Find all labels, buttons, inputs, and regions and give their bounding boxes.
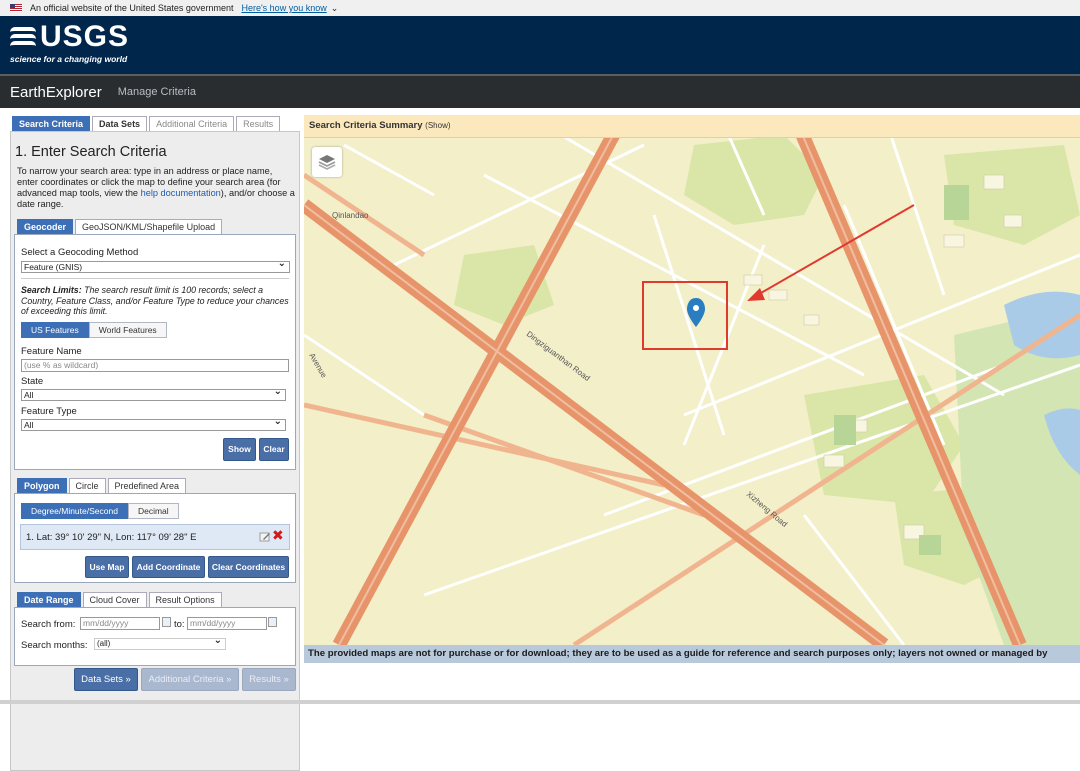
geocoding-method-select[interactable]: Feature (GNIS) bbox=[21, 259, 290, 273]
tab-circle[interactable]: Circle bbox=[68, 478, 106, 493]
manage-criteria-link[interactable]: Manage Criteria bbox=[118, 86, 196, 98]
coordinate-row[interactable]: 1. Lat: 39° 10' 29" N, Lon: 117° 09' 28"… bbox=[20, 524, 290, 550]
tab-predefined-area[interactable]: Predefined Area bbox=[107, 478, 187, 493]
usgs-tagline: science for a changing world bbox=[10, 54, 128, 64]
map-canvas[interactable]: Qinlandao Dingziguanthan Road Xizheng Ro… bbox=[304, 115, 1080, 645]
search-months-select[interactable]: (all) bbox=[94, 636, 226, 650]
data-sets-button[interactable]: Data Sets » bbox=[74, 668, 138, 691]
us-flag-icon bbox=[10, 4, 22, 12]
tab-upload[interactable]: GeoJSON/KML/Shapefile Upload bbox=[75, 219, 223, 234]
clear-coordinates-button[interactable]: Clear Coordinates bbox=[208, 556, 289, 578]
add-coordinate-button[interactable]: Add Coordinate bbox=[132, 556, 205, 578]
edit-icon[interactable] bbox=[259, 530, 271, 542]
clear-button[interactable]: Clear bbox=[259, 438, 289, 461]
geocoding-method-label: Select a Geocoding Method bbox=[21, 247, 139, 258]
sports-field bbox=[834, 415, 856, 445]
main-tabs: Search Criteria Data Sets Additional Cri… bbox=[12, 116, 282, 131]
search-limits-note: Search Limits: The search result limit i… bbox=[21, 285, 289, 316]
usgs-logo[interactable]: USGS science for a changing world bbox=[10, 22, 129, 64]
tab-date-range[interactable]: Date Range bbox=[17, 592, 81, 607]
map-label: Qinlandao bbox=[332, 211, 369, 220]
map-tiles: Qinlandao Dingziguanthan Road Xizheng Ro… bbox=[304, 115, 1080, 645]
tab-results[interactable]: Results bbox=[236, 116, 281, 131]
date-box bbox=[14, 607, 296, 666]
state-label: State bbox=[21, 376, 44, 387]
date-from-input[interactable]: mm/dd/yyyy bbox=[80, 617, 160, 630]
usgs-wordmark: USGS bbox=[40, 20, 130, 53]
tab-data-sets[interactable]: Data Sets bbox=[92, 116, 148, 131]
coordinate-text: 1. Lat: 39° 10' 29" N, Lon: 117° 09' 28"… bbox=[26, 532, 197, 543]
page-title: 1. Enter Search Criteria bbox=[15, 144, 167, 160]
map-disclaimer: The provided maps are not for purchase o… bbox=[304, 645, 1080, 663]
heres-how-link[interactable]: Here's how you know bbox=[241, 0, 326, 16]
search-panel: Search Criteria Data Sets Additional Cri… bbox=[0, 108, 304, 771]
geocoder-tabs: Geocoder GeoJSON/KML/Shapefile Upload bbox=[17, 219, 224, 234]
world-features-button[interactable]: World Features bbox=[88, 322, 167, 338]
show-button[interactable]: Show bbox=[223, 438, 256, 461]
page-bottom-border bbox=[0, 700, 1080, 704]
state-select[interactable]: All bbox=[21, 387, 286, 401]
criteria-intro: To narrow your search area: type in an a… bbox=[17, 166, 295, 209]
chevron-down-icon[interactable]: ⌄ bbox=[331, 0, 339, 16]
delete-icon[interactable]: ✖ bbox=[272, 528, 284, 542]
date-tabs: Date Range Cloud Cover Result Options bbox=[17, 592, 224, 607]
help-documentation-link[interactable]: help documentation bbox=[141, 188, 221, 198]
summary-title: Search Criteria Summary bbox=[309, 120, 423, 131]
tab-cloud-cover[interactable]: Cloud Cover bbox=[82, 592, 147, 607]
results-button[interactable]: Results » bbox=[242, 668, 296, 691]
app-brand[interactable]: EarthExplorer bbox=[10, 84, 102, 101]
feature-type-label: Feature Type bbox=[21, 406, 77, 417]
feature-name-label: Feature Name bbox=[21, 346, 82, 357]
coordinate-format-toggle: Degree/Minute/Second Decimal bbox=[21, 503, 179, 519]
us-features-button[interactable]: US Features bbox=[21, 322, 89, 338]
app-nav-bar: EarthExplorer Manage Criteria bbox=[0, 74, 1080, 108]
feature-name-input[interactable]: (use % as wildcard) bbox=[21, 359, 289, 372]
additional-criteria-button[interactable]: Additional Criteria » bbox=[141, 668, 239, 691]
gov-banner: An official website of the United States… bbox=[0, 0, 1080, 16]
tab-polygon[interactable]: Polygon bbox=[17, 478, 67, 493]
gov-banner-text: An official website of the United States… bbox=[30, 3, 234, 13]
sports-field bbox=[919, 535, 941, 555]
usgs-header: USGS science for a changing world bbox=[0, 16, 1080, 74]
search-criteria-summary: Search Criteria Summary (Show) bbox=[304, 115, 1080, 138]
tab-result-options[interactable]: Result Options bbox=[148, 592, 222, 607]
dms-button[interactable]: Degree/Minute/Second bbox=[21, 503, 128, 519]
date-to-input[interactable]: mm/dd/yyyy bbox=[187, 617, 267, 630]
summary-show-link[interactable]: (Show) bbox=[425, 121, 450, 130]
to-label: to: bbox=[174, 619, 185, 630]
layers-icon bbox=[318, 155, 336, 170]
search-months-label: Search months: bbox=[21, 640, 88, 651]
usgs-waves-icon bbox=[10, 24, 36, 50]
divider bbox=[21, 278, 289, 279]
feature-type-select[interactable]: All bbox=[21, 417, 286, 431]
use-map-button[interactable]: Use Map bbox=[85, 556, 129, 578]
layers-button[interactable] bbox=[312, 147, 342, 177]
calendar-icon[interactable] bbox=[162, 617, 171, 627]
feature-scope-toggle: US Features World Features bbox=[21, 322, 167, 338]
tab-geocoder[interactable]: Geocoder bbox=[17, 219, 74, 234]
search-from-label: Search from: bbox=[21, 619, 76, 630]
sports-field bbox=[944, 185, 969, 220]
tab-search-criteria[interactable]: Search Criteria bbox=[12, 116, 91, 131]
area-tabs: Polygon Circle Predefined Area bbox=[17, 478, 188, 493]
calendar-icon[interactable] bbox=[268, 617, 277, 627]
decimal-button[interactable]: Decimal bbox=[127, 503, 179, 519]
tab-additional-criteria[interactable]: Additional Criteria bbox=[149, 116, 235, 131]
